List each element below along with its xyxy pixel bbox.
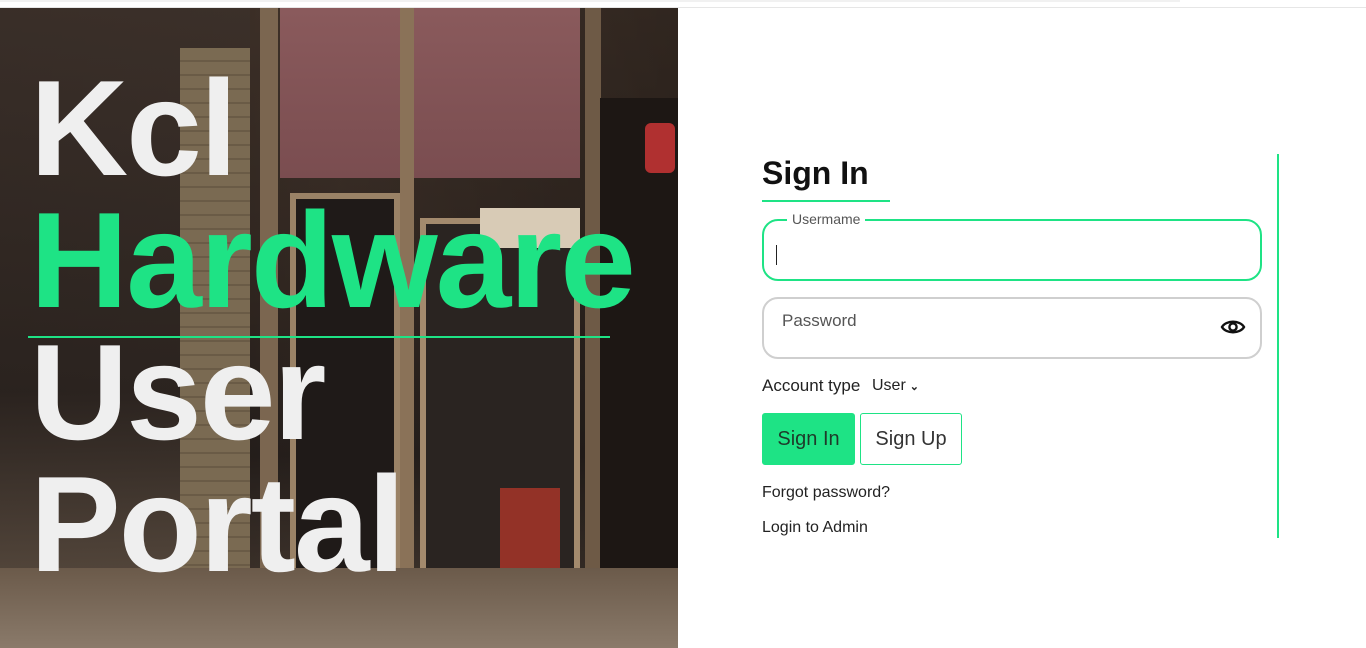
form-border — [1277, 154, 1279, 538]
username-field[interactable] — [762, 219, 1262, 281]
hero-title-line-3: User — [30, 316, 326, 468]
hero-divider — [28, 336, 610, 338]
password-placeholder: Password — [782, 311, 857, 330]
chevron-down-icon: ⌄ — [909, 380, 919, 393]
top-border — [0, 0, 1366, 8]
account-type-value: User — [872, 377, 906, 394]
eye-icon[interactable] — [1220, 316, 1246, 338]
hero-title-line-4: Portal — [30, 448, 405, 600]
username-label: Usermame — [787, 211, 866, 227]
hero-title-line-1: Kcl — [30, 52, 238, 204]
sign-in-button[interactable]: Sign In — [762, 413, 855, 465]
page-title: Sign In — [762, 155, 869, 191]
hero-title: Kcl Hardware User Portal — [30, 52, 636, 600]
account-type-label: Account type — [762, 376, 861, 395]
title-underline — [762, 200, 890, 202]
sign-up-button[interactable]: Sign Up — [860, 413, 962, 465]
text-cursor — [776, 245, 777, 265]
account-type-select[interactable]: User ⌄ — [872, 377, 919, 395]
hero-title-line-2: Hardware — [30, 184, 636, 336]
forgot-password-link[interactable]: Forgot password? — [762, 484, 890, 502]
login-admin-link[interactable]: Login to Admin — [762, 519, 868, 537]
